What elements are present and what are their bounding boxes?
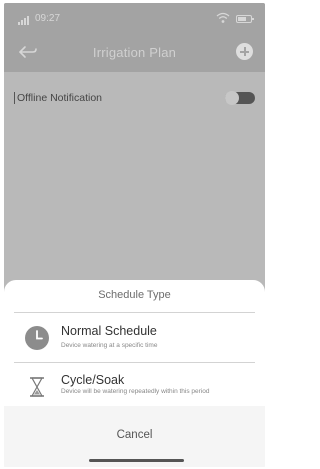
divider [14, 312, 255, 313]
option-normal-schedule[interactable]: Normal Schedule Device watering at a spe… [4, 317, 265, 361]
status-time: 09:27 [35, 13, 61, 24]
schedule-type-sheet: Schedule Type Normal Schedule Device wat… [4, 280, 265, 467]
hourglass-icon [30, 377, 44, 397]
home-indicator [89, 459, 184, 462]
battery-icon [236, 15, 254, 23]
divider [14, 362, 255, 363]
status-bar: 09:27 [4, 12, 265, 28]
offline-notification-row: Offline Notification [4, 87, 265, 109]
add-plan-icon[interactable] [236, 43, 253, 60]
app-header: 09:27 Irrigation Plan [4, 3, 265, 72]
cancel-button[interactable]: Cancel [4, 429, 265, 441]
nav-bar: Irrigation Plan [4, 41, 265, 65]
signal-icon [18, 16, 29, 25]
app-screen: 09:27 Irrigation Plan Offline Notificati… [4, 3, 265, 467]
clock-icon [25, 326, 49, 350]
option-description: Device watering at a specific time [61, 342, 158, 349]
option-description: Device will be watering repeatedly withi… [61, 388, 210, 395]
page-title: Irrigation Plan [92, 45, 177, 60]
option-cycle-soak[interactable]: Cycle/Soak Device will be watering repea… [4, 366, 265, 410]
sheet-title: Schedule Type [98, 289, 171, 301]
toggle-knob [225, 91, 239, 105]
option-label: Cycle/Soak [61, 373, 125, 387]
wifi-icon [216, 12, 230, 23]
cancel-area: Cancel [4, 406, 265, 467]
offline-notification-label: Offline Notification [14, 92, 102, 104]
offline-notification-toggle[interactable] [225, 91, 255, 105]
option-label: Normal Schedule [61, 324, 157, 338]
